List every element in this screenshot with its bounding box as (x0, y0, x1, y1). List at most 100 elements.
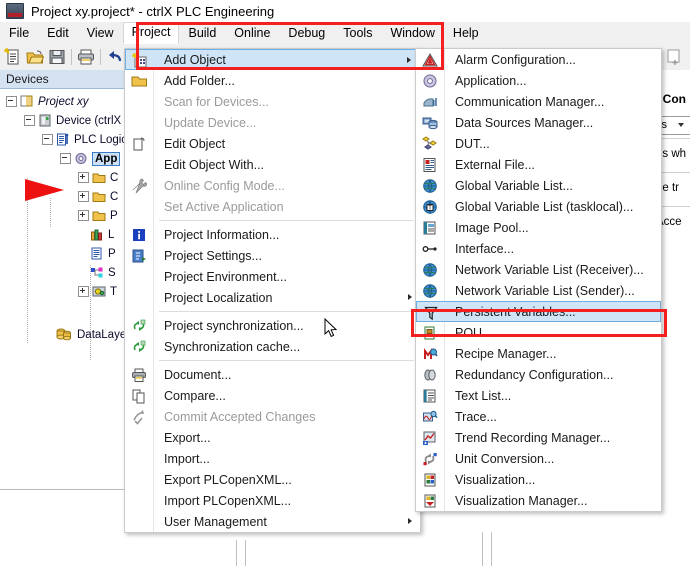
menu-item-label: Redundancy Configuration... (455, 367, 614, 382)
menu-item-visualization[interactable]: Visualization... (416, 469, 661, 490)
trace-icon (423, 410, 438, 422)
menubar-item-window[interactable]: Window (381, 23, 443, 44)
menu-item-redundancy-configuration[interactable]: Redundancy Configuration... (416, 364, 661, 385)
tree-item-symbol-configuration[interactable]: S (90, 263, 116, 282)
menu-item-import-plcopenxml[interactable]: Import PLCopenXML... (125, 490, 420, 511)
expander-icon[interactable] (6, 96, 17, 107)
menu-item-label: Trace... (455, 409, 497, 424)
menu-item-synchronization-cache[interactable]: Synchronization cache... (125, 336, 420, 357)
new-project-icon[interactable] (4, 48, 22, 66)
tree-item-folder[interactable]: C (78, 168, 118, 187)
expander-icon[interactable] (78, 191, 89, 202)
open-project-icon[interactable] (26, 48, 44, 66)
menu-item-compare[interactable]: Compare... (125, 385, 420, 406)
tree-item-project[interactable]: Project xy (6, 92, 89, 111)
menu-item-network-variable-list-receiver[interactable]: Network Variable List (Receiver)... (416, 259, 661, 280)
menu-item-edit-object-with[interactable]: Edit Object With... (125, 154, 420, 175)
tree-item-label: C (110, 190, 119, 203)
menu-item-import[interactable]: Import... (125, 448, 420, 469)
menu-item-application[interactable]: Application... (416, 70, 661, 91)
menu-item-unit-conversion[interactable]: Unit Conversion... (416, 448, 661, 469)
menu-item-set-active-application: Set Active Application (125, 196, 420, 217)
menu-item-label: Network Variable List (Receiver)... (455, 262, 644, 277)
menu-item-label: Project Settings... (164, 248, 262, 263)
menu-item-label: Interface... (455, 241, 515, 256)
tree-item-pou[interactable]: P (90, 244, 116, 263)
menu-item-add-folder[interactable]: Add Folder... (125, 70, 420, 91)
menu-item-alarm-configuration[interactable]: Alarm Configuration... (416, 49, 661, 70)
menubar-item-help[interactable]: Help (444, 23, 488, 44)
menu-item-project-environment[interactable]: Project Environment... (125, 266, 420, 287)
application-icon (75, 153, 87, 164)
folder-icon (92, 211, 106, 221)
expander-icon[interactable] (78, 172, 89, 183)
splitter-handle[interactable] (482, 532, 492, 566)
menu-item-global-variable-list-tasklocal[interactable]: T Global Variable List (tasklocal)... (416, 196, 661, 217)
menu-item-label: Alarm Configuration... (455, 52, 576, 67)
edit-object-icon (133, 137, 145, 151)
menu-item-dut[interactable]: DUT... (416, 133, 661, 154)
menu-item-project-information[interactable]: Project Information... (125, 224, 420, 245)
tree-item-plc-logic[interactable]: PLC Logic (42, 130, 127, 149)
tree-item-library-manager[interactable]: L (90, 225, 114, 244)
menu-item-external-file[interactable]: External File... (416, 154, 661, 175)
expander-icon[interactable] (78, 210, 89, 221)
menu-item-persistent-variables[interactable]: Persistent Variables... (416, 301, 661, 322)
menu-item-visualization-manager[interactable]: Visualization Manager... (416, 490, 661, 511)
info-icon (133, 229, 145, 241)
tree-item-datalayer[interactable]: DataLayer (55, 325, 130, 344)
menubar-item-edit[interactable]: Edit (38, 23, 78, 44)
save-project-icon[interactable] (48, 48, 66, 66)
menu-item-label: Commit Accepted Changes (164, 409, 316, 424)
menu-item-document[interactable]: Document... (125, 364, 420, 385)
menu-item-network-variable-list-sender[interactable]: Network Variable List (Sender)... (416, 280, 661, 301)
menu-item-data-sources-manager[interactable]: Data Sources Manager... (416, 112, 661, 133)
tree-item-application[interactable]: App (60, 149, 121, 168)
menubar-item-debug[interactable]: Debug (279, 23, 334, 44)
menu-item-add-object[interactable]: Add Object (125, 49, 420, 70)
splitter-handle[interactable] (236, 540, 246, 566)
sync-icon (133, 340, 146, 352)
print-icon[interactable] (77, 48, 95, 66)
menu-item-pou[interactable]: POU... (416, 322, 661, 343)
menu-item-online-config-mode: Online Config Mode... (125, 175, 420, 196)
expander-icon[interactable] (60, 153, 71, 164)
new-window-icon[interactable] (665, 48, 683, 66)
menu-item-project-settings[interactable]: Project Settings... (125, 245, 420, 266)
undo-icon[interactable] (106, 48, 124, 66)
tree-item-folder[interactable]: C (78, 187, 118, 206)
menu-separator (159, 220, 414, 221)
menu-item-label: Update Device... (164, 115, 257, 130)
menu-item-text-list[interactable]: Text List... (416, 385, 661, 406)
menu-item-user-management[interactable]: User Management (125, 511, 420, 532)
menu-item-trend-recording-manager[interactable]: Trend Recording Manager... (416, 427, 661, 448)
menu-item-image-pool[interactable]: Image Pool... (416, 217, 661, 238)
expander-icon[interactable] (42, 134, 53, 145)
menu-item-communication-manager[interactable]: Communication Manager... (416, 91, 661, 112)
menu-item-global-variable-list[interactable]: Global Variable List... (416, 175, 661, 196)
menu-item-export-plcopenxml[interactable]: Export PLCopenXML... (125, 469, 420, 490)
external-file-icon (423, 158, 436, 172)
menubar-item-file[interactable]: File (0, 23, 38, 44)
window-title: Project xy.project* - ctrlX PLC Engineer… (31, 3, 275, 19)
tree-item-device[interactable]: Device (ctrlX (24, 111, 121, 130)
menu-item-interface[interactable]: Interface... (416, 238, 661, 259)
menubar-item-build[interactable]: Build (179, 23, 225, 44)
menubar-item-online[interactable]: Online (225, 23, 279, 44)
sync-icon (133, 319, 146, 331)
tree-item-folder[interactable]: P (78, 206, 118, 225)
menubar-item-view[interactable]: View (78, 23, 123, 44)
menubar-item-label: File (9, 25, 30, 40)
expander-icon[interactable] (24, 115, 35, 126)
menubar-item-project[interactable]: Project (122, 22, 180, 44)
menu-item-export[interactable]: Export... (125, 427, 420, 448)
menu-item-project-synchronization[interactable]: Project synchronization... (125, 315, 420, 336)
tree-item-task-configuration[interactable]: T (78, 282, 117, 301)
menu-item-recipe-manager[interactable]: Recipe Manager... (416, 343, 661, 364)
menubar-item-tools[interactable]: Tools (334, 23, 381, 44)
network-variable-list-sender-icon (423, 284, 437, 299)
menu-item-edit-object[interactable]: Edit Object (125, 133, 420, 154)
expander-icon[interactable] (78, 286, 89, 297)
menu-item-project-localization[interactable]: Project Localization (125, 287, 420, 308)
menu-item-trace[interactable]: Trace... (416, 406, 661, 427)
